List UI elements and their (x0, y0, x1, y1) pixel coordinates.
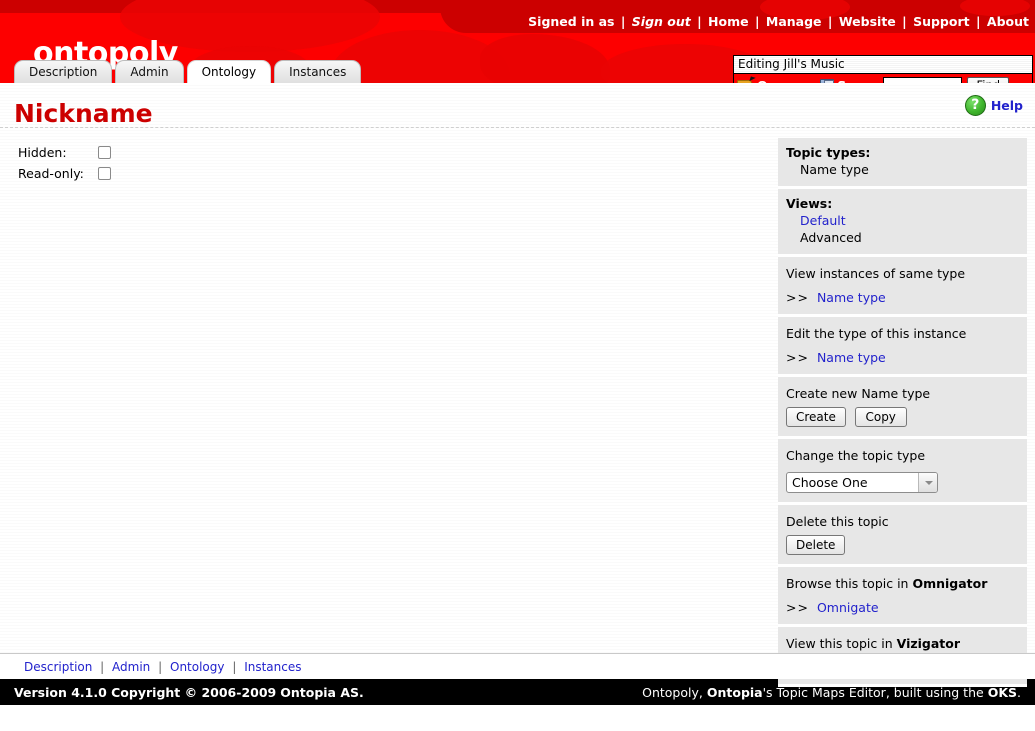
view-option-advanced[interactable]: Advanced (786, 230, 1019, 245)
footer-link-admin[interactable]: Admin (112, 660, 150, 674)
vizigator-heading-prefix: View this topic in (786, 636, 893, 651)
tab-instances[interactable]: Instances (274, 60, 361, 83)
vizigator-heading-bold: Vizigator (897, 636, 960, 651)
footer-link-description[interactable]: Description (24, 660, 92, 674)
nav-link-about[interactable]: About (987, 14, 1029, 29)
nav-separator: | (974, 14, 983, 29)
right-sidebar: Topic types: Name type Views: Default Ad… (778, 138, 1027, 687)
panel-view-instances: View instances of same type >> Name type (778, 257, 1027, 317)
main-tabs: Description Admin Ontology Instances (14, 60, 364, 83)
nav-link-sign-out[interactable]: Sign out (632, 14, 691, 29)
change-type-select-wrap: Choose One (786, 472, 938, 493)
omnigator-link-row: >> Omnigate (786, 600, 1019, 615)
create-button[interactable]: Create (786, 407, 846, 427)
toolbar-actions: Open... Save Find (734, 74, 1032, 83)
help-link[interactable]: ? Help (965, 95, 1023, 116)
nav-separator: | (753, 14, 762, 29)
footer-separator: | (154, 660, 166, 674)
page-title-row: Nickname ? Help (0, 83, 1035, 127)
change-type-select[interactable]: Choose One (786, 472, 938, 493)
chevron-down-icon[interactable] (918, 473, 937, 492)
views-heading: Views: (786, 196, 1019, 211)
arrow-marker: >> (786, 350, 809, 365)
top-navigation: Signed in as | Sign out | Home | Manage … (528, 14, 1029, 29)
content-columns: Hidden: Read-only: Topic types: Name typ… (0, 128, 1035, 687)
footer-separator: | (96, 660, 108, 674)
main-column: Hidden: Read-only: (0, 128, 778, 184)
question-mark-circle-icon: ? (965, 95, 986, 116)
field-row-read-only: Read-only: (18, 163, 778, 184)
vizigator-heading: View this topic in Vizigator (786, 636, 1019, 651)
editing-status-text: Editing Jill's Music (734, 56, 1032, 74)
page-title: Nickname (14, 101, 1021, 126)
panel-create-new: Create new Name type Create Copy (778, 377, 1027, 439)
page-content: Nickname ? Help Hidden: Read-only: Topic… (0, 83, 1035, 679)
tab-admin[interactable]: Admin (115, 60, 183, 83)
delete-topic-heading: Delete this topic (786, 514, 1019, 529)
panel-topic-types: Topic types: Name type (778, 138, 1027, 189)
nav-separator: | (826, 14, 835, 29)
delete-button-row: Delete (786, 535, 1019, 555)
delete-button[interactable]: Delete (786, 535, 845, 555)
footer-link-instances[interactable]: Instances (244, 660, 301, 674)
change-type-heading: Change the topic type (786, 448, 1019, 463)
field-row-hidden: Hidden: (18, 142, 778, 163)
footer-navigation: Description | Admin | Ontology | Instanc… (0, 653, 1035, 679)
view-option-default[interactable]: Default (800, 213, 846, 228)
read-only-field-label: Read-only: (18, 166, 98, 181)
omnigator-heading: Browse this topic in Omnigator (786, 576, 1019, 591)
nav-link-support[interactable]: Support (913, 14, 970, 29)
hidden-field-label: Hidden: (18, 145, 98, 160)
open-button[interactable]: Open... (737, 78, 808, 83)
create-button-row: Create Copy (786, 407, 1019, 427)
panel-views: Views: Default Advanced (778, 189, 1027, 257)
header-watermark-shape (480, 34, 610, 83)
arrow-marker: >> (786, 290, 809, 305)
nav-link-website[interactable]: Website (839, 14, 896, 29)
nav-separator: | (619, 14, 628, 29)
nav-separator: | (695, 14, 704, 29)
footer-separator: | (228, 660, 240, 674)
find-button[interactable]: Find (967, 77, 1009, 84)
create-new-heading: Create new Name type (786, 386, 1019, 401)
footer-link-ontology[interactable]: Ontology (170, 660, 225, 674)
panel-change-topic-type: Change the topic type Choose One (778, 439, 1027, 505)
save-button[interactable]: Save (820, 78, 871, 83)
floppy-disk-icon (820, 79, 834, 84)
editor-toolbar: Editing Jill's Music Open... Save Find (733, 55, 1033, 83)
tab-ontology[interactable]: Ontology (187, 60, 272, 83)
view-instances-link[interactable]: Name type (817, 290, 886, 305)
open-button-label: Open... (757, 78, 808, 83)
copy-button[interactable]: Copy (855, 407, 907, 427)
app-header: ontopoly Signed in as | Sign out | Home … (0, 0, 1035, 83)
topic-types-value: Name type (786, 162, 1019, 177)
edit-type-heading: Edit the type of this instance (786, 326, 1019, 341)
nav-separator: | (900, 14, 909, 29)
edit-type-link-row: >> Name type (786, 350, 1019, 365)
read-only-checkbox[interactable] (98, 167, 111, 180)
tab-description[interactable]: Description (14, 60, 112, 83)
edit-type-link[interactable]: Name type (817, 350, 886, 365)
topic-types-heading: Topic types: (786, 145, 1019, 160)
save-button-label: Save (837, 78, 871, 83)
view-instances-link-row: >> Name type (786, 290, 1019, 305)
signed-in-as-label: Signed in as (528, 14, 614, 29)
folder-open-icon (737, 79, 754, 84)
omnigator-heading-bold: Omnigator (912, 576, 987, 591)
panel-omnigator: Browse this topic in Omnigator >> Omniga… (778, 567, 1027, 627)
omnigate-link[interactable]: Omnigate (817, 600, 879, 615)
omnigator-heading-prefix: Browse this topic in (786, 576, 908, 591)
view-instances-heading: View instances of same type (786, 266, 1019, 281)
panel-delete-topic: Delete this topic Delete (778, 505, 1027, 567)
arrow-marker: >> (786, 600, 809, 615)
help-label: Help (991, 98, 1023, 113)
nav-link-home[interactable]: Home (708, 14, 749, 29)
search-input[interactable] (883, 77, 962, 83)
panel-edit-type: Edit the type of this instance >> Name t… (778, 317, 1027, 377)
hidden-checkbox[interactable] (98, 146, 111, 159)
nav-link-manage[interactable]: Manage (766, 14, 822, 29)
